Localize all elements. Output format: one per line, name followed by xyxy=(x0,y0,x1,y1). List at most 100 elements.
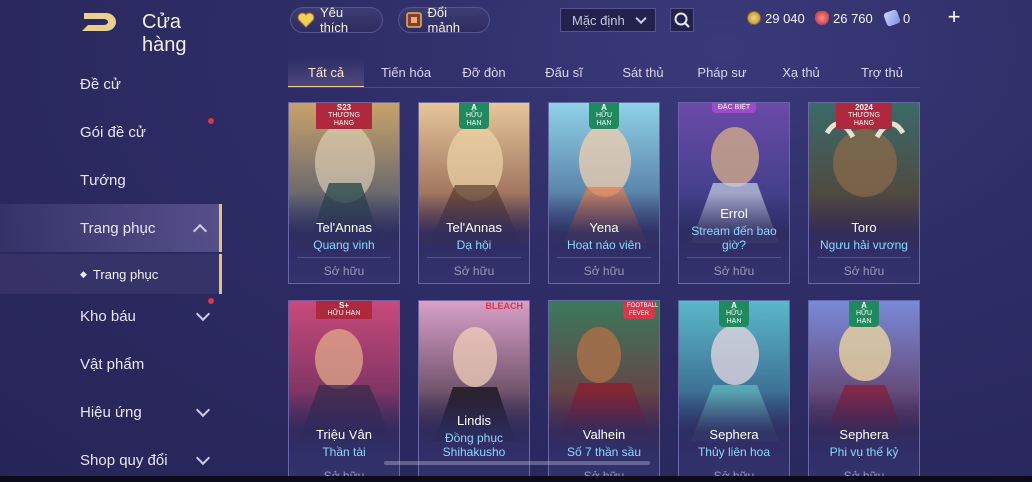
chevron-down-icon xyxy=(195,450,211,466)
hero-name: Triệu Vân xyxy=(316,427,372,442)
sidebar-item-label: Tướng xyxy=(80,171,126,189)
tab-label: Đấu sĩ xyxy=(545,64,583,80)
sidebar-subitem-skins[interactable]: ◆ Trang phục xyxy=(0,254,222,294)
skin-card[interactable]: 2024 THƯỜNG HẠNG Toro Ngưu hải vương Sở h… xyxy=(808,102,920,284)
owned-status: Sở hữu xyxy=(843,264,885,278)
rank-badge: A HỮU HẠN xyxy=(459,103,489,129)
card-divider xyxy=(817,257,911,258)
badge-label: ĐẶC BIỆT xyxy=(717,104,751,111)
badge-label: HỮU HẠN xyxy=(725,310,743,325)
hero-name: Valhein xyxy=(582,427,626,442)
heart-icon xyxy=(297,11,316,29)
chevron-down-icon xyxy=(195,306,211,322)
sidebar-item-recommended-packs[interactable]: Gói đề cử xyxy=(0,108,222,156)
notification-dot xyxy=(208,298,214,304)
hero-name: Sephera xyxy=(839,427,889,442)
tab-support[interactable]: Trợ thủ xyxy=(844,58,920,86)
rank-badge: A HỮU HẠN xyxy=(719,301,749,327)
skin-card[interactable]: BLEACH Lindis Đồng phục Shihakusho xyxy=(418,300,530,482)
skin-name: Stream đến bao giờ? xyxy=(691,224,777,252)
skin-card[interactable]: ĐẶC BIỆT Errol Stream đến bao giờ? Sở hữ… xyxy=(678,102,790,284)
tab-tank[interactable]: Đỡ đòn xyxy=(448,58,520,86)
badge-label: HỮU HẠN xyxy=(855,310,873,325)
skin-name: Dạ hội xyxy=(456,238,492,252)
hero-name: Toro xyxy=(851,220,877,235)
tab-label: Xạ thủ xyxy=(782,64,820,80)
voucher-amount: 0 xyxy=(903,10,911,26)
sidebar-item-treasure[interactable]: Kho báu xyxy=(0,292,222,340)
skin-card[interactable]: A HỮU HẠN Yena Hoạt náo viên Sở hữu xyxy=(548,102,660,284)
badge-label: THƯỜNG HẠNG xyxy=(848,112,880,127)
tab-fighter[interactable]: Đấu sĩ xyxy=(528,58,600,86)
category-tabs: Tất cả Tiến hóa Đỡ đòn Đấu sĩ Pháp sư Sá… xyxy=(288,58,920,88)
badge-label: HỮU HẠN xyxy=(465,112,483,127)
sidebar-item-recommended[interactable]: Đề cử xyxy=(0,60,222,108)
scroll-indicator[interactable] xyxy=(384,461,650,465)
badge-label: FEVER xyxy=(628,311,649,317)
skin-card[interactable]: S+HỮU HẠN Triệu Vân Thần tài Sở hữu xyxy=(288,300,400,482)
tab-mage[interactable]: Pháp sư xyxy=(684,58,760,86)
tab-evolution[interactable]: Tiến hóa xyxy=(368,58,444,86)
page-title: Cửa hàng xyxy=(142,11,187,56)
hero-name: Sephera xyxy=(709,427,759,442)
owned-status: Sở hữu xyxy=(323,264,365,278)
tab-label: Pháp sư xyxy=(697,64,747,80)
sidebar: Cửa hàng Đề cử Gói đề cử Tướng Trang phụ… xyxy=(0,0,222,482)
gold-coin-icon xyxy=(747,11,761,25)
search-button[interactable] xyxy=(670,8,694,32)
rank-badge: 2024 THƯỜNG HẠNG xyxy=(836,103,892,129)
red-gem-icon xyxy=(815,11,829,25)
tab-label: Trợ thủ xyxy=(861,64,903,80)
add-currency-button[interactable]: + xyxy=(944,6,964,28)
badge-label: THƯỜNG HẠNG xyxy=(328,112,360,127)
tab-marksman[interactable]: Xạ thủ xyxy=(764,58,838,86)
card-divider xyxy=(557,257,651,258)
card-divider xyxy=(297,257,391,258)
sidebar-item-heroes[interactable]: Tướng xyxy=(0,156,222,204)
favorites-label: Yêu thích xyxy=(319,5,349,35)
sidebar-item-effects[interactable]: Hiệu ứng xyxy=(0,388,222,436)
skin-card[interactable]: AHỮU HẠN Sephera Phi vụ thế kỷ Sở hữu xyxy=(808,300,920,482)
search-icon xyxy=(674,12,690,28)
sidebar-item-label: Đề cử xyxy=(80,75,121,93)
hero-name: Errol xyxy=(720,206,748,221)
badge-title: FOOTBALL xyxy=(627,303,659,309)
bullet-icon: ◆ xyxy=(80,268,87,279)
bottom-edge xyxy=(0,476,1032,482)
rank-badge: S23 THƯỜNG HẠNG xyxy=(316,103,372,129)
skin-card[interactable]: FOOTBALLFEVER Valhein Số 7 thần sầu Sở h… xyxy=(548,300,660,482)
gem-currency: 26 760 xyxy=(815,8,873,28)
exchange-fragments-button[interactable]: Đổi mảnh xyxy=(398,5,490,35)
skin-card[interactable]: S23 THƯỜNG HẠNG Tel'Annas Quang vinh Sở h… xyxy=(288,102,400,284)
hero-name: Tel'Annas xyxy=(316,220,372,235)
badge-title: S+ xyxy=(338,301,349,310)
skin-card[interactable]: AHỮU HẠN Sephera Thủy liên hoa Sở hữu xyxy=(678,300,790,482)
sidebar-item-label: Trang phục xyxy=(80,219,156,237)
plus-icon: + xyxy=(947,4,961,29)
sidebar-item-skins[interactable]: Trang phục xyxy=(0,204,222,252)
tab-all[interactable]: Tất cả xyxy=(288,58,364,88)
skin-card[interactable]: A HỮU HẠN Tel'Annas Dạ hội Sở hữu xyxy=(418,102,530,284)
sidebar-item-label: Shop quy đổi xyxy=(80,451,168,469)
skin-name: Hoạt náo viên xyxy=(566,238,642,252)
sidebar-item-items[interactable]: Vật phẩm xyxy=(0,340,222,388)
gem-amount: 26 760 xyxy=(833,10,873,26)
favorites-button[interactable]: Yêu thích xyxy=(290,5,383,35)
rank-badge: A HỮU HẠN xyxy=(849,301,879,327)
sort-dropdown[interactable]: Mặc định xyxy=(560,8,656,32)
owned-status: Sở hữu xyxy=(583,264,625,278)
fragment-box-icon xyxy=(405,11,424,29)
rank-badge: A HỮU HẠN xyxy=(589,103,619,129)
card-divider xyxy=(427,257,521,258)
badge-label: HỮU HẠN xyxy=(327,310,361,317)
collab-logo: BLEACH xyxy=(482,301,528,311)
skin-name: Thủy liên hoa xyxy=(697,445,771,459)
event-badge: FOOTBALL FEVER xyxy=(623,301,659,319)
chevron-down-icon xyxy=(195,402,211,418)
chevron-down-icon xyxy=(635,12,647,25)
owned-status: Sở hữu xyxy=(453,264,495,278)
skin-name: Quang vinh xyxy=(313,238,375,252)
tab-assassin[interactable]: Sát thủ xyxy=(606,58,680,86)
voucher-currency: 0 xyxy=(883,8,911,28)
exchange-label: Đổi mảnh xyxy=(427,5,461,35)
